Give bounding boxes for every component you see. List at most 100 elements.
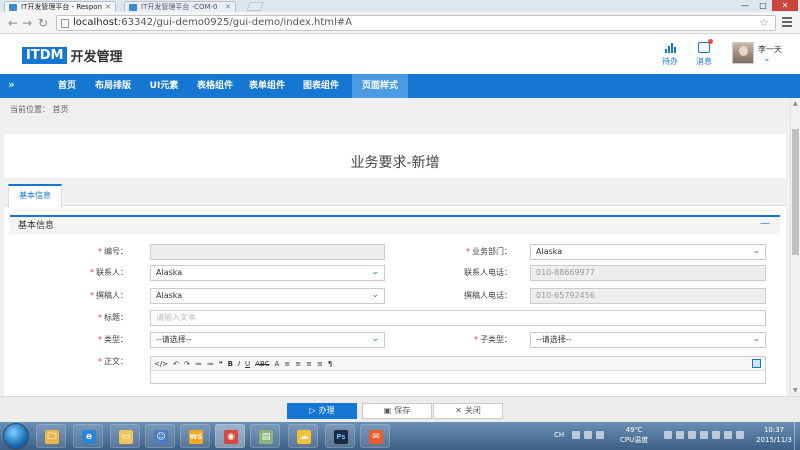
tab-basic-info[interactable]: 基本信息 (8, 184, 62, 208)
align-justify-icon[interactable]: ≡ (317, 358, 323, 370)
reload-icon[interactable]: ↻ (38, 16, 48, 30)
maximize-button[interactable]: □ (754, 0, 772, 11)
taskbar-app-photo[interactable]: ☺ (145, 424, 175, 448)
quote-icon[interactable]: ❝ (219, 358, 223, 370)
font-color-icon[interactable]: A (275, 358, 280, 370)
start-button[interactable] (3, 423, 29, 449)
clock-time: 10:37 (763, 426, 785, 434)
chevron-down-icon[interactable]: ⌄ (763, 54, 771, 64)
back-arrow-icon[interactable]: ← (8, 16, 18, 30)
scroll-up-icon[interactable]: ▲ (793, 100, 798, 107)
cpu-temp: 49℃ CPU温度 (620, 425, 648, 445)
logo-mark: ITDM (22, 47, 68, 64)
tray-icon[interactable] (664, 431, 672, 439)
ime-indicator[interactable]: CH (554, 431, 564, 439)
breadcrumb-home[interactable]: 首页 (53, 105, 69, 114)
fullscreen-icon[interactable] (752, 359, 761, 368)
bold-icon[interactable]: B (228, 358, 233, 370)
nav-item-layout[interactable]: 布局排版 (88, 74, 138, 98)
save-button[interactable]: ▣ 保存 (362, 403, 432, 419)
nav-item-form[interactable]: 表单组件 (242, 74, 292, 98)
forward-arrow-icon[interactable]: → (22, 16, 32, 30)
underline-icon[interactable]: U (245, 358, 250, 370)
nav-item-home[interactable]: 首页 (48, 74, 86, 98)
logo-text: 开发管理 (70, 50, 123, 65)
collapse-icon[interactable]: — (760, 215, 770, 233)
browser-tab-active[interactable]: IT开发管理平台 - Respon ✕ (4, 1, 116, 12)
dept-select[interactable]: Alaska ⌄ (530, 244, 766, 260)
browser-menu-icon[interactable] (782, 17, 792, 29)
nav-item-chart[interactable]: 图表组件 (294, 74, 348, 98)
scroll-down-icon[interactable]: ▼ (793, 387, 798, 394)
close-tab-icon[interactable]: ✕ (105, 2, 111, 12)
bullet-list-icon[interactable]: ≔ (195, 358, 202, 370)
type-select[interactable]: --请选择-- ⌄ (150, 332, 385, 348)
writer-phone-field[interactable]: 010-65792456 (530, 288, 766, 304)
rich-text-editor[interactable]: </> ↶ ↷ ≔ ≔ ❝ B I U ABC A ≡ ≡ ≡ ≡ ¶ (150, 356, 766, 384)
avatar[interactable] (732, 42, 754, 64)
tray-icon[interactable] (572, 431, 580, 439)
browser-tabbar: IT开发管理平台 - Respon ✕ IT开发管理平台 -COM-0 ✕ — … (0, 0, 800, 12)
taskbar-app-webstorm[interactable]: WS (180, 424, 210, 448)
taskbar-app-notes[interactable]: ▤ (250, 424, 280, 448)
taskbar-app-explorer[interactable]: ▭ (110, 424, 140, 448)
redo-icon[interactable]: ↷ (184, 358, 190, 370)
todo-button[interactable]: 待办 (656, 42, 684, 67)
message-label: 消息 (696, 57, 712, 66)
message-icon (698, 39, 713, 53)
taskbar-app-cloud[interactable]: ☁ (288, 424, 318, 448)
cloud-icon: ☁ (297, 430, 311, 444)
numbered-list-icon[interactable]: ≔ (207, 358, 214, 370)
clock[interactable]: 10:37 2015/11/3 (756, 425, 792, 445)
message-button[interactable]: 消息 (690, 39, 718, 67)
show-desktop-button[interactable] (794, 422, 800, 450)
code-field[interactable] (150, 244, 385, 260)
nav-item-table[interactable]: 表格组件 (190, 74, 240, 98)
taskbar-app-chrome[interactable]: ◉ (215, 424, 245, 448)
volume-icon[interactable] (724, 431, 732, 439)
url-input[interactable]: localhost:63342/gui-demo0925/gui-demo/in… (56, 15, 776, 31)
tray-icon[interactable] (584, 431, 592, 439)
page-scrollbar[interactable]: ▲ ▼ (790, 98, 800, 396)
undo-icon[interactable]: ↶ (173, 358, 179, 370)
align-left-icon[interactable]: ≡ (284, 358, 290, 370)
italic-icon[interactable]: I (238, 358, 240, 370)
expand-menu-icon[interactable]: » (8, 78, 15, 92)
scroll-thumb[interactable] (792, 129, 799, 255)
align-right-icon[interactable]: ≡ (306, 358, 312, 370)
tray-icon[interactable] (676, 431, 684, 439)
new-tab-button[interactable] (246, 2, 264, 11)
foxmail-icon: ✉ (369, 430, 383, 444)
app-header: ITDM 开发管理 待办 消息 李一天 ⌄ (0, 35, 800, 74)
tray-icon[interactable] (700, 431, 708, 439)
tray-icon[interactable] (596, 431, 604, 439)
window-close-button[interactable]: ✕ (772, 0, 798, 11)
type-label: * 类型： (98, 335, 128, 344)
writer-select[interactable]: Alaska ⌄ (150, 288, 385, 304)
subtype-select[interactable]: --请选择-- ⌄ (530, 332, 766, 348)
taskbar-app-folder[interactable]: 🗀 (36, 424, 66, 448)
minimize-button[interactable]: — (736, 0, 754, 11)
submit-button[interactable]: ▷ 办理 (287, 403, 357, 419)
bookmark-star-icon[interactable]: ☆ (759, 16, 769, 30)
nav-item-page-style[interactable]: 页面样式 (352, 74, 408, 98)
contact-select[interactable]: Alaska ⌄ (150, 265, 385, 281)
strikethrough-icon[interactable]: ABC (255, 358, 269, 370)
browser-tab-inactive[interactable]: IT开发管理平台 -COM-0 ✕ (124, 1, 236, 12)
tray-icon[interactable] (712, 431, 720, 439)
save-icon: ▣ (383, 406, 392, 415)
tray-icon[interactable] (688, 431, 696, 439)
align-center-icon[interactable]: ≡ (295, 358, 301, 370)
taskbar-app-photoshop[interactable]: Ps (325, 424, 355, 448)
taskbar-app-ie[interactable]: e (73, 424, 103, 448)
source-code-icon[interactable]: </> (154, 358, 168, 370)
network-icon[interactable] (736, 431, 744, 439)
close-tab-icon[interactable]: ✕ (225, 2, 231, 12)
paragraph-icon[interactable]: ¶ (328, 358, 332, 370)
writer-label: * 撰稿人： (90, 291, 128, 300)
contact-phone-field[interactable]: 010-88669977 (530, 265, 766, 281)
close-button[interactable]: ✕ 关闭 (433, 403, 503, 419)
nav-item-ui[interactable]: UI元素 (140, 74, 188, 98)
taskbar-app-foxmail[interactable]: ✉ (360, 424, 390, 448)
title-input[interactable]: 请输入文本 (150, 310, 766, 326)
